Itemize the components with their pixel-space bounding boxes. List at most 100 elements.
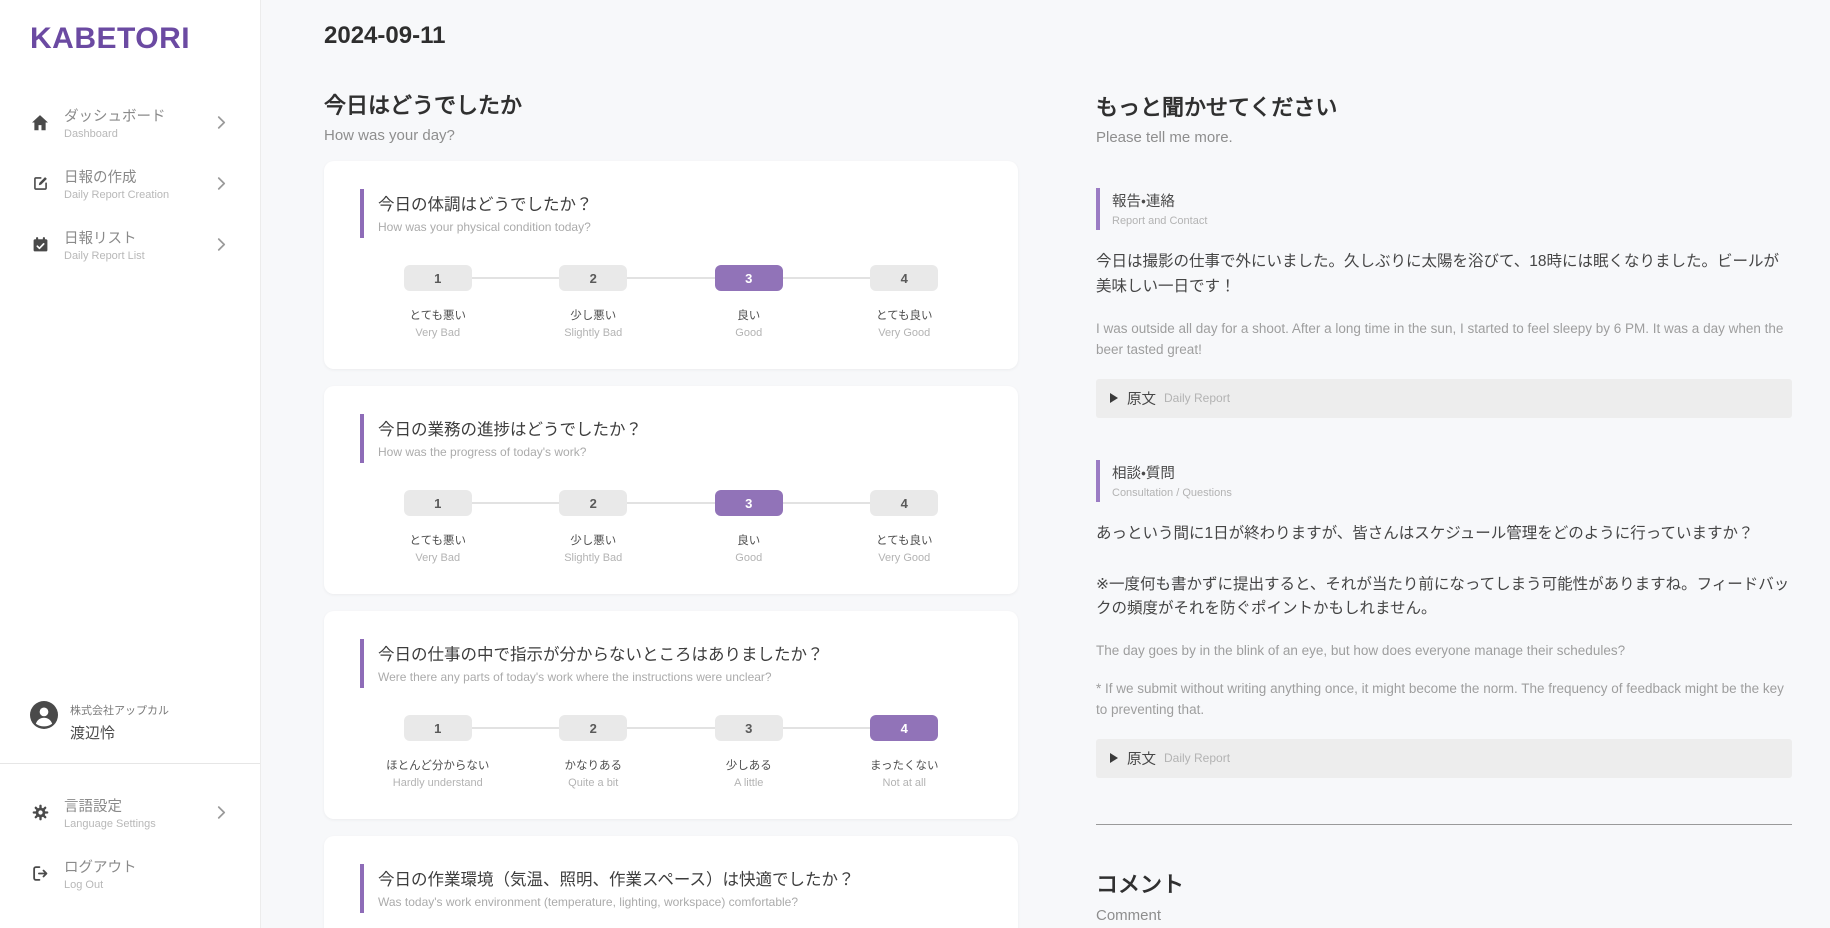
expand-arrow-icon (1110, 753, 1118, 763)
section-title-en: Consultation / Questions (1112, 487, 1792, 499)
nav-label-en: Log Out (64, 879, 226, 891)
section-title-en: Report and Contact (1112, 215, 1792, 227)
source-toggle[interactable]: 原文 Daily Report (1096, 379, 1792, 418)
section-title-ja: 相談・質問 (1112, 462, 1792, 483)
option-label-en: Very Good (878, 552, 930, 564)
question-card-unclear-instructions: 今日の仕事の中で指示が分からないところはありましたか？ Were there a… (324, 611, 1018, 819)
nav-label-ja: 日報リスト (64, 227, 217, 248)
source-toggle[interactable]: 原文 Daily Report (1096, 739, 1792, 778)
source-label-en: Daily Report (1164, 751, 1230, 765)
rating-option: 1 ほとんど分からない Hardly understand (360, 715, 516, 789)
survey-column: 2024-09-11 今日はどうでしたか How was your day? 今… (324, 22, 1018, 928)
option-label-en: Very Bad (415, 327, 460, 339)
question-header: 今日の業務の進捗はどうでしたか？ How was the progress of… (360, 414, 982, 463)
section-header: 相談・質問 Consultation / Questions (1096, 460, 1792, 502)
chevron-right-icon (217, 116, 226, 129)
rating-button-1[interactable]: 1 (404, 265, 472, 291)
question-title-ja: 今日の作業環境（気温、照明、作業スペース）は快適でしたか？ (378, 866, 982, 890)
rating-option: 2 かなりある Quite a bit (516, 715, 672, 789)
nav-label-ja: 言語設定 (64, 795, 217, 816)
nav-label-ja: ログアウト (64, 856, 226, 877)
question-title-ja: 今日の仕事の中で指示が分からないところはありましたか？ (378, 641, 982, 665)
option-label-ja: まったくない (870, 757, 939, 773)
question-title-ja: 今日の体調はどうでしたか？ (378, 191, 982, 215)
option-label-en: Very Bad (415, 552, 460, 564)
rating-button-2[interactable]: 2 (559, 265, 627, 291)
rating-button-4[interactable]: 4 (870, 715, 938, 741)
option-label-ja: 少し悪い (570, 307, 616, 323)
survey-title-ja: 今日はどうでしたか (324, 88, 1018, 120)
rating-button-3[interactable]: 3 (715, 490, 783, 516)
paragraph-en: The day goes by in the blink of an eye, … (1096, 640, 1792, 662)
rating-option: 4 とても良い Very Good (827, 490, 983, 564)
option-label-en: Slightly Bad (564, 327, 622, 339)
question-title-en: Were there any parts of today's work whe… (378, 670, 982, 684)
nav-label-en: Daily Report Creation (64, 189, 217, 201)
logout-icon (30, 865, 50, 882)
rating-button-4[interactable]: 4 (870, 490, 938, 516)
section-body-en: I was outside all day for a shoot. After… (1096, 318, 1792, 361)
rating-button-1[interactable]: 1 (404, 490, 472, 516)
option-label-en: Slightly Bad (564, 552, 622, 564)
sidebar: KABETORI ダッシュボード Dashboard 日報の作成 (0, 0, 260, 928)
sidebar-item-logout[interactable]: ログアウト Log Out (0, 843, 260, 904)
report-date: 2024-09-11 (324, 22, 1018, 50)
section-body-ja: 今日は撮影の仕事で外にいました。久しぶりに太陽を浴びて、18時には眠くなりました… (1096, 250, 1792, 300)
rating-option: 2 少し悪い Slightly Bad (516, 490, 672, 564)
paragraph-ja: あっという間に1日が終わりますが、皆さんはスケジュール管理をどのように行っていま… (1096, 522, 1792, 547)
comment-section: コメント Comment (1096, 867, 1792, 924)
rating-button-3[interactable]: 3 (715, 715, 783, 741)
sidebar-divider (0, 763, 260, 764)
rating-scale: 1 とても悪い Very Bad 2 少し悪い Slightly Bad 3 良… (360, 265, 982, 339)
chevron-right-icon (217, 806, 226, 819)
survey-title: 今日はどうでしたか How was your day? (324, 88, 1018, 144)
option-label-ja: とても良い (876, 307, 933, 323)
rating-option: 4 まったくない Not at all (827, 715, 983, 789)
rating-button-1[interactable]: 1 (404, 715, 472, 741)
question-header: 今日の仕事の中で指示が分からないところはありましたか？ Were there a… (360, 639, 982, 688)
edit-icon (30, 175, 50, 192)
feedback-title: もっと聞かせてください Please tell me more. (1096, 90, 1792, 146)
user-info: 株式会社アップカル 渡辺怜 (0, 701, 260, 743)
section-body-en: The day goes by in the blink of an eye, … (1096, 640, 1792, 721)
question-title-ja: 今日の業務の進捗はどうでしたか？ (378, 416, 982, 440)
option-label-ja: とても悪い (409, 532, 466, 548)
calendar-check-icon (30, 236, 50, 253)
section-consultation-questions: 相談・質問 Consultation / Questions あっという間に1日… (1096, 460, 1792, 778)
sidebar-item-daily-report-creation[interactable]: 日報の作成 Daily Report Creation (0, 153, 260, 214)
option-label-ja: かなりある (565, 757, 623, 773)
nav-label-ja: 日報の作成 (64, 166, 217, 187)
comment-title-en: Comment (1096, 907, 1792, 924)
sidebar-nav: ダッシュボード Dashboard 日報の作成 Daily Report Cre… (0, 92, 260, 275)
paragraph-en: I was outside all day for a shoot. After… (1096, 318, 1792, 361)
chevron-right-icon (217, 177, 226, 190)
question-header: 今日の体調はどうでしたか？ How was your physical cond… (360, 189, 982, 238)
section-report-and-contact: 報告・連絡 Report and Contact 今日は撮影の仕事で外にいました… (1096, 188, 1792, 418)
option-label-ja: とても良い (876, 532, 933, 548)
sidebar-item-daily-report-list[interactable]: 日報リスト Daily Report List (0, 214, 260, 275)
sidebar-item-dashboard[interactable]: ダッシュボード Dashboard (0, 92, 260, 153)
comment-divider (1096, 824, 1792, 825)
rating-button-2[interactable]: 2 (559, 715, 627, 741)
user-company: 株式会社アップカル (70, 705, 169, 717)
rating-button-3[interactable]: 3 (715, 265, 783, 291)
gear-icon (30, 804, 50, 821)
app-logo: KABETORI (0, 22, 260, 56)
sidebar-item-language-settings[interactable]: 言語設定 Language Settings (0, 782, 260, 843)
section-body-ja: あっという間に1日が終わりますが、皆さんはスケジュール管理をどのように行っていま… (1096, 522, 1792, 622)
expand-arrow-icon (1110, 393, 1118, 403)
rating-button-2[interactable]: 2 (559, 490, 627, 516)
question-title-en: How was your physical condition today? (378, 220, 982, 234)
source-label-en: Daily Report (1164, 391, 1230, 405)
question-title-en: How was the progress of today's work? (378, 445, 982, 459)
rating-option: 3 良い Good (671, 265, 827, 339)
question-card-work-progress: 今日の業務の進捗はどうでしたか？ How was the progress of… (324, 386, 1018, 594)
user-name: 渡辺怜 (70, 722, 169, 743)
option-label-en: Quite a bit (568, 777, 618, 789)
option-label-ja: 良い (737, 532, 760, 548)
user-avatar-icon (30, 701, 58, 729)
rating-button-4[interactable]: 4 (870, 265, 938, 291)
option-label-en: Very Good (878, 327, 930, 339)
option-label-en: Good (735, 552, 762, 564)
rating-option: 3 良い Good (671, 490, 827, 564)
